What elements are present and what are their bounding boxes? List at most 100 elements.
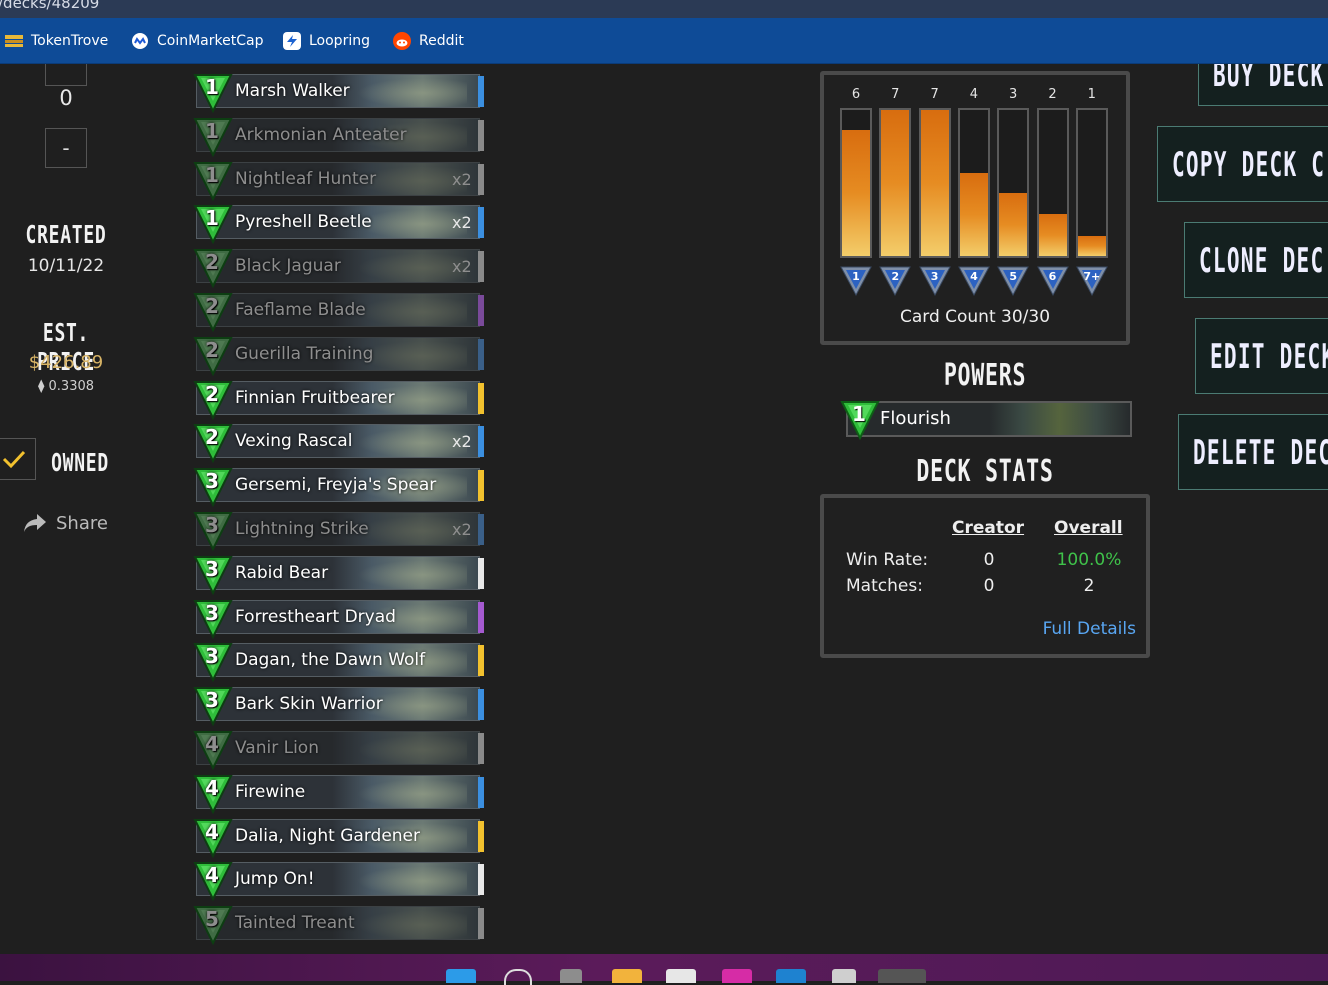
card-row[interactable]: 1 Nightleaf Hunter x2	[193, 161, 487, 201]
increment-button[interactable]	[45, 64, 87, 86]
quantity-value: 0	[59, 86, 73, 110]
card-row[interactable]: 2 Guerilla Training	[193, 336, 487, 376]
rarity-marker	[478, 426, 484, 457]
card-name: Nightleaf Hunter	[235, 169, 377, 189]
search-icon[interactable]	[504, 969, 532, 985]
card-name: Firewine	[235, 782, 306, 802]
card-cost: 3	[205, 513, 219, 537]
curve-bar	[1077, 235, 1106, 256]
rarity-marker	[478, 514, 484, 545]
deck-stats-panel: Creator Overall Win Rate: Matches: 0 0 1…	[820, 494, 1150, 658]
curve-count-label: 7	[891, 87, 900, 102]
curve-count-label: 3	[1009, 87, 1018, 102]
card-row[interactable]: 1 Pyreshell Beetle x2	[193, 204, 487, 244]
card-count-caption: Card Count 30/30	[899, 307, 1051, 327]
edit-deck-button[interactable]: EDIT DECK	[1195, 318, 1328, 394]
full-details-link[interactable]: Full Details	[1043, 619, 1136, 639]
curve-count-label: 6	[851, 87, 861, 102]
share-button[interactable]: Share	[22, 512, 108, 534]
curve-cost-label: 4	[970, 270, 978, 283]
card-name: Rabid Bear	[235, 563, 329, 583]
delete-deck-button[interactable]: DELETE DEC	[1178, 414, 1328, 490]
card-row[interactable]: 4 Jump On!	[193, 861, 487, 901]
powers-heading: POWERS	[943, 358, 1027, 393]
clone-deck-button[interactable]: CLONE DEC	[1184, 222, 1328, 298]
card-row[interactable]: 2 Finnian Fruitbearer	[193, 380, 487, 420]
card-row[interactable]: 3 Dagan, the Dawn Wolf	[193, 642, 487, 682]
curve-cost-label: 2	[891, 270, 900, 283]
creator-column-header: Creator	[952, 518, 1025, 538]
card-row[interactable]: 3 Forrestheart Dryad	[193, 599, 487, 639]
card-row[interactable]: 2 Faeflame Blade	[193, 292, 487, 332]
curve-bar-track	[997, 108, 1030, 258]
created-heading: CREATED	[25, 220, 107, 249]
bookmark-tokentrove[interactable]: TokenTrove	[4, 18, 108, 63]
rarity-marker	[478, 777, 484, 808]
rarity-marker	[478, 339, 484, 370]
buy-deck-button[interactable]: BUY DECK	[1198, 64, 1328, 106]
card-row[interactable]: 5 Tainted Treant	[193, 905, 487, 945]
curve-bar-track	[1036, 108, 1069, 258]
share-icon	[24, 514, 46, 532]
card-art	[357, 735, 467, 765]
reddit-icon	[392, 31, 412, 51]
card-row[interactable]: 3 Lightning Strike x2	[193, 511, 487, 551]
bookmarks-bar: TokenTrove CoinMarketCap Loopring Reddit	[0, 18, 1328, 64]
rarity-marker	[478, 733, 484, 764]
mana-curve-chart: Card Count 30/30 6 1 7 2 7 3 4 4 3 5 2 6 1 7+	[820, 71, 1130, 345]
url-text: /decks/48209	[0, 0, 100, 12]
card-row[interactable]: 3 Rabid Bear	[193, 555, 487, 595]
curve-bar-track	[957, 108, 990, 258]
card-name: Finnian Fruitbearer	[235, 388, 395, 408]
card-cost: 5	[205, 907, 219, 931]
loopring-icon	[282, 31, 302, 51]
curve-bar-track	[879, 108, 912, 258]
card-cost: 2	[205, 338, 219, 362]
card-cost: 3	[205, 469, 219, 493]
card-art	[357, 341, 467, 371]
card-row[interactable]: 1 Arkmonian Anteater	[193, 117, 487, 157]
card-count: x2	[452, 432, 472, 451]
address-bar[interactable]: /decks/48209	[0, 0, 1328, 18]
curve-cost-label: 1	[852, 270, 860, 283]
card-name: Black Jaguar	[235, 256, 341, 276]
power-item[interactable]: 1 Flourish	[840, 400, 1132, 440]
card-cost: 4	[205, 776, 219, 800]
card-name: Jump On!	[235, 869, 315, 889]
card-row[interactable]: 3 Gersemi, Freyja's Spear	[193, 467, 487, 507]
card-row[interactable]: 1 Marsh Walker	[193, 73, 487, 113]
rarity-marker	[478, 558, 484, 589]
card-row[interactable]: 2 Black Jaguar x2	[193, 248, 487, 288]
curve-bar	[881, 110, 910, 256]
card-row[interactable]: 4 Firewine	[193, 774, 487, 814]
bookmark-reddit[interactable]: Reddit	[392, 18, 464, 63]
card-cost: 2	[205, 294, 219, 318]
curve-count-label: 1	[1087, 87, 1096, 102]
card-row[interactable]: 4 Dalia, Night Gardener	[193, 818, 487, 858]
card-art	[357, 209, 467, 239]
rarity-marker	[478, 76, 484, 107]
rarity-marker	[478, 689, 484, 720]
curve-cost-label: 6	[1048, 270, 1057, 283]
bookmark-loopring[interactable]: Loopring	[282, 18, 370, 63]
card-cost: 1	[205, 206, 219, 230]
card-art	[357, 910, 467, 940]
card-name: Guerilla Training	[235, 344, 374, 364]
bookmark-coinmarketcap[interactable]: CoinMarketCap	[130, 18, 263, 63]
creator-win-rate: 0	[983, 550, 995, 570]
card-cost: 2	[205, 250, 219, 274]
curve-cost-label: 3	[930, 270, 939, 283]
rarity-marker	[478, 207, 484, 238]
card-row[interactable]: 3 Bark Skin Warrior	[193, 686, 487, 726]
copy-deck-button[interactable]: COPY DECK C	[1157, 126, 1328, 202]
card-row[interactable]: 2 Vexing Rascal x2	[193, 423, 487, 463]
card-count: x2	[452, 257, 472, 276]
curve-count-label: 7	[930, 87, 939, 102]
deck-stats-heading: DECK STATS	[916, 454, 1054, 489]
created-date: 10/11/22	[27, 256, 105, 276]
decrement-button[interactable]: -	[45, 128, 87, 168]
card-art	[357, 560, 467, 590]
card-name: Lightning Strike	[235, 519, 369, 539]
card-row[interactable]: 4 Vanir Lion	[193, 730, 487, 770]
curve-bar	[1038, 213, 1067, 256]
